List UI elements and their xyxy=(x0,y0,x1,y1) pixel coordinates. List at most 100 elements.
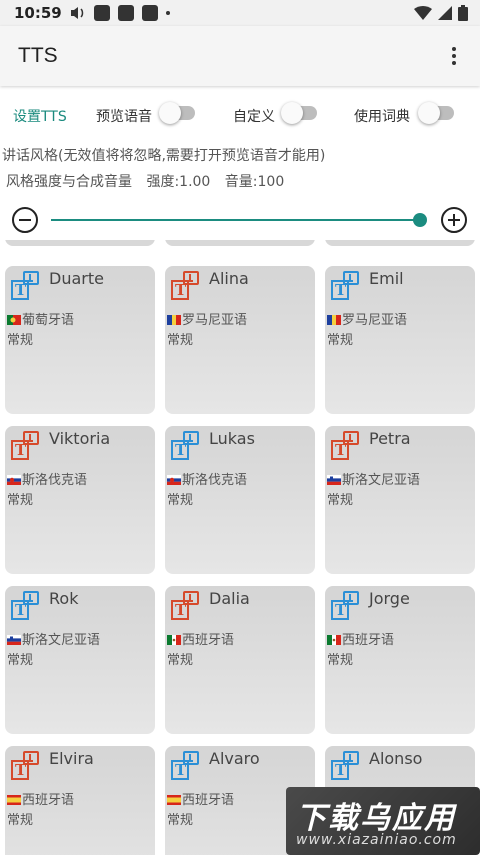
voice-language-label: 西班牙语 xyxy=(182,793,235,808)
voice-style: 常规 xyxy=(327,493,354,508)
voice-language-label: 西班牙语 xyxy=(342,633,395,648)
watermark-logo: 下载乌应用 www.xiazainiao.com xyxy=(286,787,480,855)
voice-card[interactable]: T Petra 斯洛文尼亚语常规 xyxy=(325,426,475,574)
voice-style: 常规 xyxy=(167,813,194,828)
voice-name: Jorge xyxy=(369,589,410,608)
wifi-icon xyxy=(414,6,432,20)
voice-card[interactable]: T Rok 斯洛文尼亚语常规 xyxy=(5,586,155,734)
voice-style: 常规 xyxy=(7,653,34,668)
voice-language-label: 西班牙语 xyxy=(182,633,235,648)
voice-name: Elvira xyxy=(49,749,94,768)
voice-language-label: 葡萄牙语 xyxy=(22,313,75,328)
flag-icon xyxy=(7,314,21,325)
voice-style: 常规 xyxy=(167,493,194,508)
voice-card[interactable]: T Viktoria 斯洛伐克语常规 xyxy=(5,426,155,574)
voice-language: 罗马尼亚语 xyxy=(327,309,407,328)
tts-voice-icon: T xyxy=(9,590,41,622)
voice-language-label: 斯洛伐克语 xyxy=(22,473,88,488)
tts-voice-icon: T xyxy=(9,750,41,782)
voice-style: 常规 xyxy=(7,493,34,508)
voice-name: Lukas xyxy=(209,429,255,448)
status-bar: 10:59 xyxy=(0,0,480,26)
voice-card[interactable]: T Lukas 斯洛伐克语常规 xyxy=(165,426,315,574)
style-strength-volume: 风格强度与合成音量 强度:1.00 音量:100 xyxy=(6,171,294,191)
preview-voice-label: 预览语音 xyxy=(96,109,152,125)
voice-name: Emil xyxy=(369,269,404,288)
more-notifications-icon xyxy=(165,11,170,15)
voice-name: Alvaro xyxy=(209,749,260,768)
tts-voice-icon: T xyxy=(329,750,361,782)
signal-icon xyxy=(438,6,452,20)
voice-language: 罗马尼亚语 xyxy=(167,309,247,328)
slider-thumb[interactable] xyxy=(413,213,427,227)
dictionary-label: 使用词典 xyxy=(354,109,410,125)
notification-icon xyxy=(93,5,110,21)
strength-slider-row xyxy=(0,204,480,236)
flag-icon xyxy=(7,474,21,485)
voice-style: 常规 xyxy=(167,653,194,668)
custom-switch[interactable] xyxy=(281,102,317,124)
voice-name: Viktoria xyxy=(49,429,111,448)
voice-language-label: 斯洛文尼亚语 xyxy=(342,473,421,488)
status-time: 10:59 xyxy=(14,4,62,22)
voice-name: Petra xyxy=(369,429,411,448)
voice-card-partial[interactable] xyxy=(5,240,155,246)
voice-style: 常规 xyxy=(167,333,194,348)
volume-value: 音量:100 xyxy=(224,174,285,190)
voice-name: Dalia xyxy=(209,589,250,608)
voice-language: 西班牙语 xyxy=(167,629,234,648)
voice-style: 常规 xyxy=(7,333,34,348)
voice-card[interactable]: T Duarte 葡萄牙语 常规 xyxy=(5,266,155,414)
voice-language-label: 斯洛文尼亚语 xyxy=(22,633,101,648)
voice-style: 常规 xyxy=(7,813,34,828)
voice-style: 常规 xyxy=(327,333,354,348)
tts-voice-icon: T xyxy=(169,750,201,782)
voice-language: 斯洛伐克语 xyxy=(167,469,247,488)
flag-icon xyxy=(327,474,341,485)
voice-card[interactable]: T Emil 罗马尼亚语常规 xyxy=(325,266,475,414)
strength-value: 强度:1.00 xyxy=(146,174,211,190)
flag-icon xyxy=(167,634,181,645)
flag-icon xyxy=(167,794,181,805)
voice-language: 西班牙语 xyxy=(167,789,234,808)
voice-language: 斯洛文尼亚语 xyxy=(7,629,100,648)
flag-icon xyxy=(327,314,341,325)
voice-card[interactable]: T Alina 罗马尼亚语 常规 xyxy=(165,266,315,414)
tab-tts-settings[interactable]: 设置TTS xyxy=(13,106,67,126)
voice-card-partial[interactable] xyxy=(165,240,315,246)
voice-card-partial[interactable] xyxy=(325,240,475,246)
voice-language: 斯洛伐克语 xyxy=(7,469,87,488)
notification-icon xyxy=(141,5,158,21)
tts-voice-icon: T xyxy=(329,590,361,622)
tts-voice-icon: T xyxy=(329,430,361,462)
tts-voice-icon: T xyxy=(9,430,41,462)
tts-voice-icon: T xyxy=(169,590,201,622)
tts-voice-icon: T xyxy=(169,270,201,302)
watermark-title: 下载乌应用 xyxy=(296,801,456,836)
voice-card[interactable]: T Elvira 西班牙语常规 xyxy=(5,746,155,855)
voice-language-label: 罗马尼亚语 xyxy=(182,313,248,328)
voice-grid: T Duarte 葡萄牙语 常规 T Alina 罗马尼亚语 常规 T Emil 罗马尼亚语 常规 T V… xyxy=(0,240,480,855)
tts-voice-icon: T xyxy=(329,270,361,302)
voice-language: 西班牙语 xyxy=(327,629,394,648)
voice-card[interactable]: T Dalia 西班牙语常规 xyxy=(165,586,315,734)
preview-voice-switch[interactable] xyxy=(159,102,195,124)
voice-name: Duarte xyxy=(49,269,104,288)
voice-language-label: 西班牙语 xyxy=(22,793,75,808)
watermark-url: www.xiazainiao.com xyxy=(296,832,457,848)
volume-icon xyxy=(70,6,86,20)
dictionary-switch[interactable] xyxy=(418,102,454,124)
app-bar: TTS xyxy=(0,26,480,86)
voice-name: Alonso xyxy=(369,749,423,768)
voice-card[interactable]: T Jorge 西班牙语 常规 xyxy=(325,586,475,734)
decrease-button[interactable] xyxy=(12,207,38,233)
voice-name: Rok xyxy=(49,589,79,608)
tts-voice-icon: T xyxy=(169,430,201,462)
flag-icon xyxy=(327,634,341,645)
voice-language-label: 罗马尼亚语 xyxy=(342,313,408,328)
flag-icon xyxy=(167,474,181,485)
increase-button[interactable] xyxy=(441,207,467,233)
battery-icon xyxy=(458,5,468,21)
overflow-menu-icon[interactable] xyxy=(442,44,466,68)
slider-track[interactable] xyxy=(51,219,420,221)
